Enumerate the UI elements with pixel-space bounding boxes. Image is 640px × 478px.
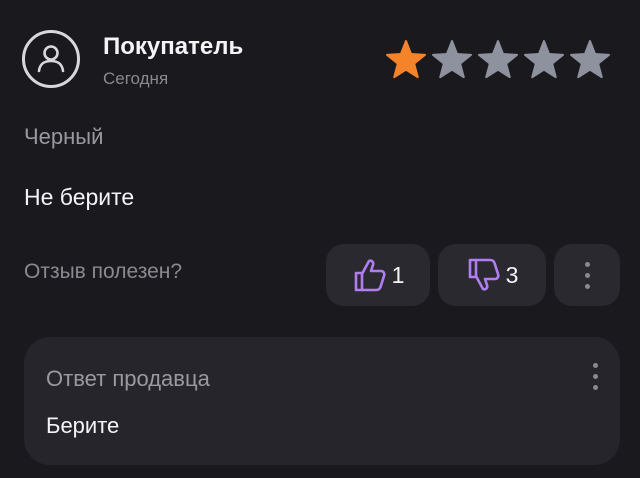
seller-reply: Ответ продавца Берите [24, 337, 620, 465]
star-filled-icon [385, 40, 427, 79]
star-empty-icon [477, 40, 519, 79]
like-count: 1 [391, 261, 405, 288]
review-more-button[interactable] [554, 244, 620, 306]
dislike-count: 3 [505, 261, 519, 288]
more-vertical-icon [593, 363, 598, 390]
rating-stars [384, 38, 612, 82]
review-date: Сегодня [103, 69, 169, 88]
more-vertical-icon [584, 261, 590, 289]
helpful-label: Отзыв полезен? [24, 260, 183, 283]
like-button[interactable]: 1 [326, 244, 430, 306]
product-variant: Черный [24, 124, 104, 149]
author-name: Покупатель [103, 33, 244, 60]
review-text: Не берите [24, 184, 135, 210]
user-avatar-icon [22, 30, 80, 88]
star-empty-icon [569, 40, 611, 79]
star-empty-icon [523, 40, 565, 79]
seller-reply-title: Ответ продавца [46, 366, 210, 391]
dislike-button[interactable]: 3 [438, 244, 546, 306]
reply-more-button[interactable] [593, 363, 598, 390]
seller-reply-text: Берите [46, 413, 120, 438]
thumbs-up-icon [354, 259, 386, 292]
star-empty-icon [431, 40, 473, 79]
review-card: Покупатель Сегодня Черный Не берите Отзы… [0, 0, 640, 478]
thumbs-down-icon [468, 258, 500, 291]
